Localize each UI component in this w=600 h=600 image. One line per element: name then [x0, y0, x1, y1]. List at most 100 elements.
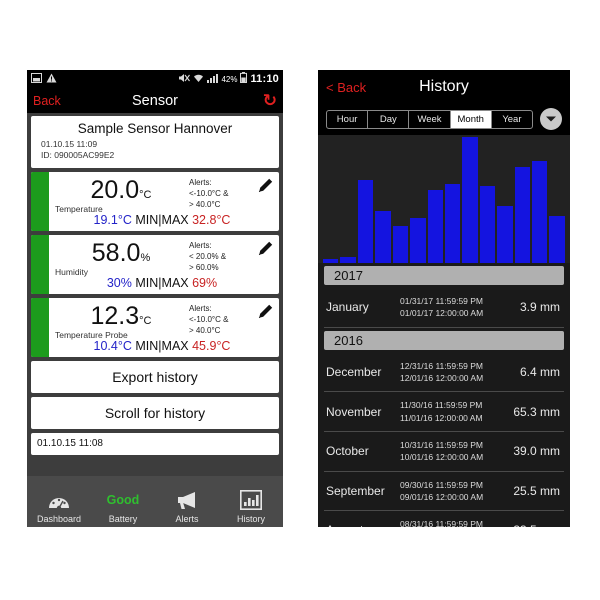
tab-battery[interactable]: Good Battery [91, 488, 155, 524]
wifi-icon [193, 73, 204, 86]
sensor-meta: 01.10.15 11:09 ID: 090005AC99E2 [31, 139, 279, 162]
reading-number: 58.0 [91, 238, 141, 267]
range-option-week[interactable]: Week [409, 110, 451, 128]
table-row[interactable]: January 01/31/17 11:59:59 PM 01/01/17 12:0… [324, 288, 564, 328]
back-button[interactable]: Back [33, 94, 61, 108]
range-option-hour[interactable]: Hour [327, 110, 369, 128]
alerts-title: Alerts: [189, 177, 212, 187]
row-dates: 09/30/16 11:59:59 PM 09/01/16 12:00:00 AM [400, 479, 504, 504]
chart-bars-container [323, 137, 565, 263]
export-history-button[interactable]: Export history [31, 360, 279, 393]
reading-body: 58.0% Humidity Alerts: < 20.0% & > 60.0% [49, 235, 279, 294]
status-bar: 42% 11:10 [27, 70, 283, 88]
reading-minmax: 10.4°C MIN|MAX 45.9°C [49, 339, 275, 355]
chart-bar [532, 160, 548, 263]
row-value: 25.5 mm [513, 483, 560, 498]
tab-history[interactable]: History [219, 488, 283, 524]
table-row[interactable]: November 11/30/16 11:59:59 PM 11/01/16 12:… [324, 392, 564, 432]
min-value: 19.1°C [93, 212, 132, 227]
chart-bar [392, 226, 409, 263]
chart-bar [514, 167, 531, 263]
refresh-icon[interactable]: ↻ [263, 92, 277, 109]
sensor-name: Sample Sensor Hannover [77, 121, 233, 136]
back-button[interactable]: < Back [326, 80, 366, 95]
edit-pencil-icon[interactable] [255, 300, 275, 319]
reading-body: 20.0°C Temperature Alerts: <-10.0°C & > … [49, 172, 279, 231]
reading-value-wrap: 20.0°C Temperature [49, 174, 189, 214]
min-label: MIN [135, 338, 159, 353]
status-bar-right-icons: 42% 11:10 [178, 72, 279, 86]
history-navbar: < Back History [318, 70, 570, 104]
max-value: 69% [192, 275, 218, 290]
status-bar-clock: 11:10 [250, 73, 279, 85]
max-value: 45.9°C [192, 338, 231, 353]
row-value: 33.5 mm [504, 523, 562, 527]
reading-alerts: Alerts: <-10.0°C & > 40.0°C [189, 300, 255, 336]
sensor-id: ID: 090005AC99E2 [41, 150, 115, 161]
reading-top: 12.3°C Temperature Probe Alerts: <-10.0°… [49, 300, 275, 340]
row-month: September [326, 483, 385, 498]
row-value: 6.4 mm [519, 364, 560, 379]
tab-dashboard[interactable]: Dashboard [27, 488, 91, 524]
footer-timestamp: 01.10.15 11:08 [31, 432, 279, 455]
status-bar-indicator [31, 171, 49, 231]
reading-alerts: Alerts: < 20.0% & > 60.0% [189, 237, 255, 273]
bottom-tab-bar: Dashboard Good Battery Alerts History [27, 476, 283, 527]
chart-bar [427, 189, 443, 263]
row-date-start: 01/01/17 12:00:00 AM [400, 308, 484, 319]
screenshot-root: 42% 11:10 Back Sensor ↻ Sample Sensor Ha… [0, 0, 600, 600]
sensor-timestamp: 01.10.15 11:09 [41, 139, 98, 149]
table-row[interactable]: August08/31/16 11:59:59 PM08/01/16 12:00… [324, 511, 564, 527]
range-option-day[interactable]: Day [368, 110, 410, 128]
row-date-end: 01/31/17 11:59:59 PM [400, 296, 484, 306]
tab-label: Battery [108, 514, 138, 524]
chevron-down-icon[interactable] [540, 108, 562, 130]
chart-bar [340, 256, 356, 263]
tab-label: History [236, 514, 265, 524]
row-month: January [326, 300, 369, 315]
alerts-high: > 60.0% [189, 262, 219, 272]
reading-minmax: 30% MIN|MAX 69% [49, 276, 275, 292]
dashboard-gauge-icon [27, 488, 91, 512]
scroll-for-history-button[interactable]: Scroll for history [31, 396, 279, 429]
row-month: November [326, 404, 382, 419]
row-month: August [326, 523, 400, 527]
min-label: MIN [135, 212, 159, 227]
table-row[interactable]: December 12/31/16 11:59:59 PM 12/01/16 12:… [324, 353, 564, 393]
table-row[interactable]: September 09/30/16 11:59:59 PM 09/01/16 12… [324, 472, 564, 512]
max-value: 32.8°C [192, 212, 231, 227]
sensor-phone-panel: 42% 11:10 Back Sensor ↻ Sample Sensor Ha… [27, 70, 283, 527]
reading-row[interactable]: 12.3°C Temperature Probe Alerts: <-10.0°… [31, 297, 279, 357]
chart-bar [357, 179, 374, 263]
year-group-header: 2016 [324, 330, 564, 350]
tab-label: Alerts [175, 514, 199, 524]
table-row[interactable]: October 10/31/16 11:59:59 PM 10/01/16 12:0… [324, 432, 564, 472]
row-date-end: 11/30/16 11:59:59 PM [400, 400, 483, 411]
chart-bar [323, 259, 339, 263]
battery-percent-label: 42% [221, 74, 238, 84]
row-value: 65.3 mm [513, 404, 560, 419]
max-label: MAX [161, 212, 189, 227]
alerts-high: > 40.0°C [189, 199, 221, 209]
range-option-year[interactable]: Year [492, 111, 532, 128]
tab-label: Dashboard [36, 514, 82, 524]
tab-alerts[interactable]: Alerts [155, 488, 219, 524]
reading-number: 12.3 [90, 301, 140, 330]
reading-unit: °C [139, 188, 152, 201]
reading-row[interactable]: 20.0°C Temperature Alerts: <-10.0°C & > … [31, 171, 279, 231]
history-bar-chart[interactable] [318, 135, 570, 263]
row-date-end: 08/31/16 11:59:59 PM [400, 519, 484, 527]
reading-row[interactable]: 58.0% Humidity Alerts: < 20.0% & > 60.0% [31, 234, 279, 294]
min-value: 30% [106, 275, 132, 290]
row-month: December [326, 364, 382, 379]
row-dates: 12/31/16 11:59:59 PM 12/01/16 12:00:00 AM [400, 360, 504, 385]
max-label: MAX [161, 338, 189, 353]
reading-body: 12.3°C Temperature Probe Alerts: <-10.0°… [49, 298, 279, 357]
row-dates: 08/31/16 11:59:59 PM08/01/16 12:00:00 AM [400, 518, 504, 527]
edit-pencil-icon[interactable] [255, 174, 275, 193]
alerts-title: Alerts: [189, 303, 212, 313]
sensor-content: Sample Sensor Hannover 01.10.15 11:09 ID… [27, 113, 283, 455]
edit-pencil-icon[interactable] [255, 237, 275, 256]
range-option-month[interactable]: Month [450, 110, 492, 128]
max-label: MAX [161, 275, 189, 290]
